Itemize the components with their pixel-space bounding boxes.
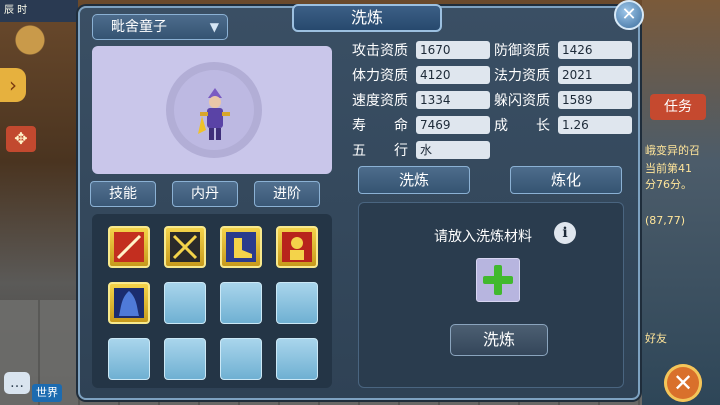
attr-value-attack: 1670	[416, 41, 490, 59]
time-indicator: 辰 时	[0, 0, 78, 22]
pet-portrait	[92, 46, 332, 174]
attr-label-element: 五 行	[352, 143, 408, 159]
attr-value-stamina: 4120	[416, 66, 490, 84]
quest-button[interactable]: 任务	[650, 94, 706, 120]
empty-skill-slot[interactable]	[276, 338, 318, 380]
empty-skill-slot[interactable]	[108, 338, 150, 380]
empty-skill-slot[interactable]	[164, 338, 206, 380]
expand-left-arrow-icon[interactable]: ›	[0, 68, 26, 102]
chat-line: 好友	[645, 332, 667, 345]
skill-grid	[92, 214, 332, 388]
fullscreen-toggle-icon[interactable]: ✥	[6, 126, 36, 152]
refine-hint: 请放入洗炼材料	[434, 229, 532, 245]
chat-line: 分76分。	[645, 178, 692, 191]
attr-label-lifespan: 寿 命	[352, 118, 408, 134]
tab-inner-core[interactable]: 内丹	[172, 181, 238, 207]
crossed-blades-skill-icon	[170, 232, 200, 262]
panel-title: 洗炼	[292, 4, 442, 32]
attr-label-stamina: 体力资质	[352, 68, 408, 84]
attr-value-lifespan: 7469	[416, 116, 490, 134]
bottom-right-close-icon[interactable]: ✕	[664, 364, 702, 402]
attr-value-defense: 1426	[558, 41, 632, 59]
attr-label-defense: 防御资质	[494, 43, 550, 59]
info-icon[interactable]: i	[554, 222, 576, 244]
refine-button[interactable]: 洗炼	[450, 324, 548, 356]
pet-name-dropdown[interactable]: 毗舍童子 ▼	[92, 14, 228, 40]
skill-slot[interactable]	[108, 226, 150, 268]
pet-name-label: 毗舍童子	[111, 19, 167, 35]
warrior-skill-icon	[282, 232, 312, 262]
world-channel-tag[interactable]: 世界	[32, 384, 62, 402]
attr-value-mana: 2021	[558, 66, 632, 84]
attr-label-attack: 攻击资质	[352, 43, 408, 59]
empty-skill-slot[interactable]	[220, 282, 262, 324]
empty-skill-slot[interactable]	[220, 338, 262, 380]
attr-value-dodge: 1589	[558, 91, 632, 109]
close-icon[interactable]: ✕	[614, 0, 644, 30]
chat-line: 峨变异的召	[645, 144, 700, 157]
attr-value-element: 水	[416, 141, 490, 159]
tab-smelt[interactable]: 炼化	[510, 166, 622, 194]
skill-slot[interactable]	[220, 226, 262, 268]
attr-label-growth: 成 长	[494, 118, 550, 134]
attr-value-speed: 1334	[416, 91, 490, 109]
hooded-figure-skill-icon	[114, 288, 144, 318]
pet-sprite	[198, 88, 230, 140]
chat-bubble-icon[interactable]: …	[4, 372, 30, 394]
attr-label-dodge: 躲闪资质	[494, 93, 550, 109]
tab-refine[interactable]: 洗炼	[358, 166, 470, 194]
chevron-down-icon: ▼	[209, 20, 219, 34]
skill-slot[interactable]	[276, 226, 318, 268]
empty-skill-slot[interactable]	[276, 282, 318, 324]
attr-value-growth: 1.26	[558, 116, 632, 134]
chat-line: 当前第41	[645, 162, 692, 175]
tab-advance[interactable]: 进阶	[254, 181, 320, 207]
add-material-slot[interactable]	[476, 258, 520, 302]
tab-skills[interactable]: 技能	[90, 181, 156, 207]
skill-slot[interactable]	[108, 282, 150, 324]
empty-skill-slot[interactable]	[164, 282, 206, 324]
sword-skill-icon	[114, 232, 144, 262]
skill-slot[interactable]	[164, 226, 206, 268]
attr-label-speed: 速度资质	[352, 93, 408, 109]
chat-line: (87,77)	[645, 214, 686, 227]
attr-label-mana: 法力资质	[494, 68, 550, 84]
boot-skill-icon	[226, 232, 256, 262]
